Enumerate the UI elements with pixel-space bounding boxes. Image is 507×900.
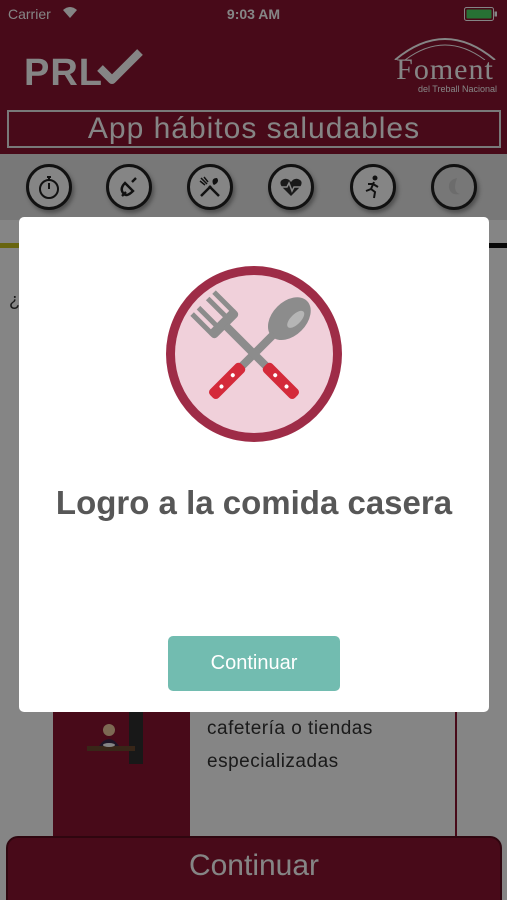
modal-title: Logro a la comida casera bbox=[55, 484, 453, 521]
achievement-modal: Logro a la comida casera Continuar bbox=[19, 217, 489, 712]
fork-spoon-icon bbox=[166, 266, 342, 442]
modal-continue-button[interactable]: Continuar bbox=[168, 636, 340, 691]
